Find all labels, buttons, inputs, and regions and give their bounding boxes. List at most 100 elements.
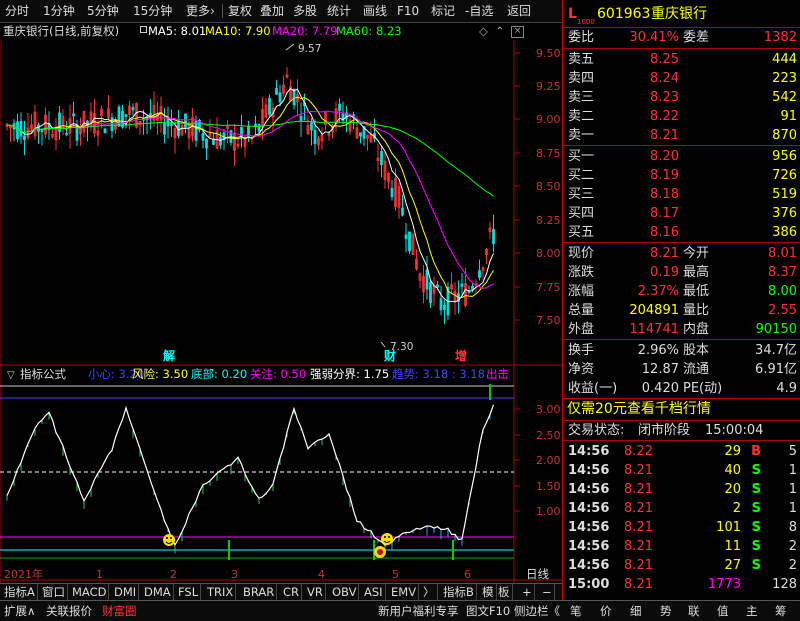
main-force-icon[interactable]: 主 bbox=[746, 603, 758, 619]
quote-stat-row: 现价 8.21 今开 8.01 bbox=[563, 244, 800, 263]
toolbar-add-watchlist[interactable]: -自选 bbox=[462, 3, 496, 19]
tab-trix[interactable]: TRIX bbox=[205, 584, 237, 601]
tab-indicator-a[interactable]: 指标A bbox=[2, 584, 38, 601]
diamond-icon[interactable]: ◇ bbox=[479, 23, 488, 40]
promo-banner[interactable]: 仅需20元查看千档行情 bbox=[563, 400, 800, 420]
toolbar-5min[interactable]: 5分钟 bbox=[84, 3, 122, 19]
value-icon[interactable]: 值 bbox=[717, 603, 729, 619]
checkbox-icon[interactable] bbox=[140, 26, 147, 33]
toolbar-15min[interactable]: 15分钟 bbox=[130, 3, 175, 19]
stat-value: 2.55 bbox=[768, 303, 797, 318]
tick-row: 15:00 8.21 1773 128 bbox=[563, 575, 800, 594]
close-icon[interactable]: × bbox=[511, 26, 524, 38]
ask-level-row[interactable]: 卖三 8.23 542 bbox=[563, 88, 800, 107]
price-detail-icon[interactable]: 价 bbox=[600, 603, 612, 619]
fine-detail-icon[interactable]: 细 bbox=[630, 603, 642, 619]
toolbar-back[interactable]: 返回 bbox=[504, 3, 534, 19]
candle-body bbox=[404, 234, 408, 239]
link-icon[interactable]: 联 bbox=[688, 603, 700, 619]
ask-level-row[interactable]: 卖四 8.24 223 bbox=[563, 69, 800, 88]
level-volume: 519 bbox=[772, 187, 797, 202]
toolbar-statistics[interactable]: 统计 bbox=[324, 3, 354, 19]
new-user-benefit-link[interactable]: 新用户福利专享 bbox=[378, 603, 459, 619]
candle-body bbox=[359, 132, 362, 137]
chevron-up-icon[interactable]: ⌃ bbox=[495, 23, 505, 40]
tick-count: 8 bbox=[788, 520, 797, 535]
tab-vr[interactable]: VR bbox=[305, 584, 326, 601]
trend-icon[interactable]: 势 bbox=[660, 603, 672, 619]
related-quotes-button[interactable]: 关联报价 bbox=[46, 603, 92, 619]
stat-label: 内盘 bbox=[683, 322, 710, 337]
chart-canvas[interactable]: 9.50 9.25 9.00 8.75 8.50 8.25 8.00 7.75 … bbox=[0, 40, 562, 583]
chevron-right-icon[interactable]: 〉 bbox=[421, 584, 438, 601]
bid-level-row[interactable]: 买一 8.20 956 bbox=[563, 147, 800, 166]
event-marker-jie[interactable]: 解 bbox=[163, 348, 175, 363]
toolbar-overlay[interactable]: 叠加 bbox=[257, 3, 287, 19]
quote-stat-row: 涨跌 0.19 最高 8.37 bbox=[563, 263, 800, 282]
tab-template[interactable]: 模 bbox=[480, 584, 497, 601]
tick-detail-icon[interactable]: 笔 bbox=[570, 603, 582, 619]
indicator-name[interactable]: 指标公式 bbox=[20, 367, 66, 381]
price-y-axis: 9.50 9.25 9.00 8.75 8.50 8.25 8.00 7.75 … bbox=[536, 47, 561, 327]
candle-body bbox=[121, 110, 124, 128]
ask-level-row[interactable]: 卖一 8.21 870 bbox=[563, 126, 800, 145]
promo-text[interactable]: 仅需20元查看千档行情 bbox=[567, 400, 711, 419]
tab-cr[interactable]: CR bbox=[281, 584, 303, 601]
tick-volume: 1773 bbox=[707, 577, 741, 592]
event-marker-zeng[interactable]: 增 bbox=[455, 348, 467, 363]
tab-fsl[interactable]: FSL bbox=[176, 584, 202, 601]
toolbar-multi-stock[interactable]: 多股 bbox=[290, 3, 320, 19]
period-daily-label[interactable]: 日线 bbox=[526, 567, 549, 581]
stock-code[interactable]: 601963 bbox=[597, 5, 650, 24]
bid-level-row[interactable]: 买五 8.16 386 bbox=[563, 223, 800, 242]
candle-body bbox=[275, 88, 278, 95]
zoom-in-button[interactable]: + bbox=[520, 584, 535, 601]
level-label: 卖一 bbox=[568, 128, 595, 143]
stat-label: 外盘 bbox=[568, 322, 595, 337]
candle-body bbox=[401, 207, 404, 216]
tab-dma[interactable]: DMA bbox=[142, 584, 174, 601]
toolbar-intraday[interactable]: 分时 bbox=[2, 3, 32, 19]
tab-dmi[interactable]: DMI bbox=[112, 584, 140, 601]
tab-asi[interactable]: ASI bbox=[362, 584, 386, 601]
wealth-circle-button[interactable]: 财富圈 bbox=[102, 603, 137, 619]
level-label: 卖五 bbox=[568, 52, 595, 67]
tab-indicator-b[interactable]: 指标B bbox=[441, 584, 477, 601]
tick-direction: S bbox=[751, 463, 761, 478]
bid-level-row[interactable]: 买四 8.17 376 bbox=[563, 204, 800, 223]
quote-stat-row: 涨幅 2.37% 最低 8.00 bbox=[563, 282, 800, 301]
bid-level-row[interactable]: 买二 8.19 726 bbox=[563, 166, 800, 185]
tick-volume: 27 bbox=[724, 558, 741, 573]
candle-body bbox=[471, 285, 474, 291]
toolbar-restore-rights[interactable]: 复权 bbox=[225, 3, 255, 19]
event-marker-cai[interactable]: 财 bbox=[383, 348, 396, 363]
level-label: 买三 bbox=[568, 187, 595, 202]
zoom-out-button[interactable]: − bbox=[540, 584, 555, 601]
indicator-attack: 出击 bbox=[486, 367, 509, 381]
bid-level-row[interactable]: 买三 8.18 519 bbox=[563, 185, 800, 204]
triangle-down-icon[interactable]: ▽ bbox=[7, 370, 15, 381]
toolbar-mark[interactable]: 标记 bbox=[428, 3, 458, 19]
sidebar-toggle-button[interactable]: 侧边栏《 bbox=[514, 603, 560, 619]
tick-volume: 29 bbox=[724, 444, 741, 459]
expand-button[interactable]: 扩展∧ bbox=[4, 603, 35, 619]
tab-brar[interactable]: BRAR bbox=[241, 584, 278, 601]
toolbar-f10[interactable]: F10 bbox=[394, 3, 422, 19]
tab-macd[interactable]: MACD bbox=[70, 584, 110, 601]
ask-level-row[interactable]: 卖五 8.25 444 bbox=[563, 50, 800, 69]
tab-window[interactable]: 窗口 bbox=[40, 584, 68, 601]
stock-name[interactable]: 重庆银行 bbox=[651, 5, 707, 24]
f10-graphic-button[interactable]: 图文F10 bbox=[466, 603, 510, 619]
candle-body bbox=[212, 138, 215, 145]
stat-value: 8.01 bbox=[768, 246, 797, 261]
toolbar-draw-line[interactable]: 画线 bbox=[360, 3, 390, 19]
indicator-tick: 2.00 bbox=[536, 454, 561, 467]
tick-row: 14:56 8.22 29 B 5 bbox=[563, 442, 800, 461]
toolbar-more[interactable]: 更多› bbox=[183, 3, 218, 19]
chip-icon[interactable]: 筹 bbox=[775, 603, 787, 619]
tab-obv[interactable]: OBV bbox=[330, 584, 360, 601]
tab-board[interactable]: 板 bbox=[496, 584, 513, 601]
toolbar-1min[interactable]: 1分钟 bbox=[40, 3, 78, 19]
ask-level-row[interactable]: 卖二 8.22 91 bbox=[563, 107, 800, 126]
tab-emv[interactable]: EMV bbox=[389, 584, 420, 601]
